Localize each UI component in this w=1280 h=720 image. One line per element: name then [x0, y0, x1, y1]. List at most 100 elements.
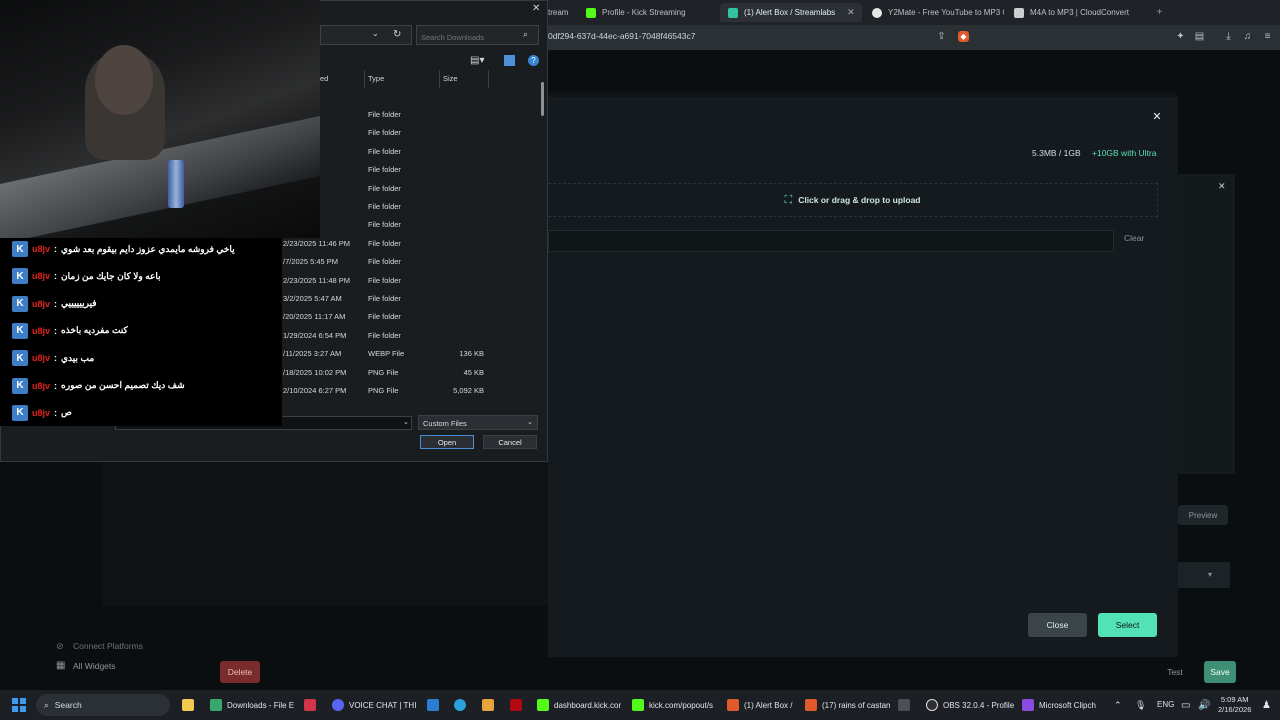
- taskbar-label: OBS 32.0.4 - Profile: [943, 700, 1014, 710]
- taskbar-item-rains[interactable]: (17) rains of castam: [805, 690, 890, 720]
- dropzone-label: Click or drag & drop to upload: [798, 195, 921, 205]
- taskbar-app-icon[interactable]: [482, 690, 494, 720]
- help-icon[interactable]: ?: [528, 55, 539, 66]
- chat-text: :: [54, 353, 58, 364]
- notification-icon[interactable]: ♟: [1262, 690, 1271, 720]
- cloudconvert-icon: [1014, 7, 1024, 18]
- dialog-search-input[interactable]: [416, 25, 539, 45]
- chat-username: u8jv: [32, 244, 51, 254]
- close-icon[interactable]: ✕: [847, 7, 855, 18]
- network-icon[interactable]: ▭: [1181, 690, 1190, 720]
- tab-cloudconvert[interactable]: M4A to MP3 | CloudConvert: [1006, 3, 1146, 22]
- taskbar-explorer-icon[interactable]: [182, 690, 194, 720]
- music-icon[interactable]: ♫: [1242, 31, 1253, 42]
- select-button[interactable]: Select: [1098, 613, 1157, 637]
- storage-upgrade-link[interactable]: +10GB with Ultra: [1092, 148, 1157, 158]
- microphone-icon[interactable]: 🎙: [1135, 690, 1146, 720]
- taskbar-label: VOICE CHAT | THI: [349, 700, 417, 710]
- taskbar-item-alert-box[interactable]: (1) Alert Box /: [727, 690, 799, 720]
- taskbar-item-downloads[interactable]: Downloads - File E: [210, 690, 296, 720]
- upload-dropzone[interactable]: ⛶ Click or drag & drop to upload: [548, 183, 1158, 217]
- taskbar-photos-icon[interactable]: [427, 690, 439, 720]
- taskbar-app-icon[interactable]: [898, 690, 910, 720]
- file-row[interactable]: 2/10/2024 6:27 PM PNG File 5,092 KB: [280, 381, 540, 399]
- file-row[interactable]: 3/2/2025 5:47 AM File folder: [280, 289, 540, 307]
- column-type[interactable]: Type: [368, 74, 384, 83]
- chevron-down-icon[interactable]: ⌄: [372, 29, 379, 38]
- file-row[interactable]: /11/2025 3:27 AM WEBP File 136 KB: [280, 344, 540, 362]
- close-icon[interactable]: ✕: [1218, 181, 1226, 192]
- taskbar-item-obs[interactable]: OBS 32.0.4 - Profile: [926, 690, 1014, 720]
- sidebar-icon[interactable]: ▤: [1194, 31, 1205, 42]
- taskbar-item-clipchamp[interactable]: Microsoft Clipch: [1022, 690, 1102, 720]
- file-row[interactable]: 2/23/2025 11:48 PM File folder: [280, 271, 540, 289]
- refresh-icon[interactable]: ↻: [393, 29, 401, 40]
- file-row[interactable]: 1/29/2024 6:54 PM File folder: [280, 326, 540, 344]
- netflix-icon: [510, 699, 522, 711]
- preview-pane-icon[interactable]: [504, 55, 515, 66]
- close-icon[interactable]: ✕: [532, 3, 540, 14]
- delete-button[interactable]: Delete: [220, 661, 260, 683]
- taskbar-search[interactable]: ⌕ Search: [36, 694, 170, 716]
- language-indicator[interactable]: ENG: [1157, 700, 1174, 709]
- discord-icon: [332, 699, 344, 711]
- tab-kick-profile[interactable]: Profile - Kick Streaming: [578, 3, 718, 22]
- test-button[interactable]: Test: [1160, 662, 1190, 682]
- open-button[interactable]: Open: [420, 435, 474, 449]
- column-date-modified[interactable]: ed: [320, 74, 328, 83]
- clipchamp-icon: [1022, 699, 1034, 711]
- tray-expand-icon[interactable]: ⌃: [1114, 690, 1122, 720]
- connect-platforms-link[interactable]: Connect Platforms: [73, 641, 143, 651]
- preview-button[interactable]: Preview: [1178, 505, 1228, 525]
- clear-button[interactable]: Clear: [1124, 233, 1144, 243]
- view-options-icon[interactable]: ▤▾: [470, 55, 484, 66]
- file-modified: /11/2025 3:27 AM: [283, 349, 342, 359]
- brave-shield-icon[interactable]: ◆: [958, 31, 969, 42]
- taskbar-item-discord[interactable]: VOICE CHAT | THI: [332, 690, 418, 720]
- column-divider: [364, 70, 365, 88]
- taskbar-angular-icon[interactable]: [304, 690, 316, 720]
- close-button[interactable]: Close: [1028, 613, 1087, 637]
- close-icon[interactable]: ✕: [1150, 110, 1164, 124]
- download-icon[interactable]: ⤓: [1223, 31, 1234, 42]
- kick-icon: K: [12, 241, 28, 257]
- tab-label: (1) Alert Box / Streamlabs: [744, 8, 836, 17]
- file-size: 5,092 KB: [453, 386, 484, 395]
- column-size[interactable]: Size: [443, 74, 458, 83]
- scrollbar[interactable]: [541, 82, 544, 116]
- taskbar-telegram-icon[interactable]: [454, 690, 466, 720]
- explorer-icon: [210, 699, 222, 711]
- windows-start-icon[interactable]: [12, 698, 26, 712]
- chat-text: كنت مفرديه باخذه: [61, 325, 128, 336]
- url-text[interactable]: 0df294-637d-44ec-a691-7048f46543c7: [548, 31, 695, 41]
- clock[interactable]: 5:09 AM 2/16/2026: [1218, 695, 1251, 715]
- app-icon: [304, 699, 316, 711]
- kick-icon: [586, 7, 596, 18]
- tab-y2mate[interactable]: Y2Mate - Free YouTube to MP3 C: [864, 3, 1004, 22]
- taskbar-label: (17) rains of castam: [822, 700, 890, 710]
- kick-icon: [537, 699, 549, 711]
- file-type: PNG File: [368, 367, 399, 377]
- tab-alert-box[interactable]: (1) Alert Box / Streamlabs ✕: [720, 3, 862, 22]
- cancel-button[interactable]: Cancel: [483, 435, 537, 449]
- file-row[interactable]: /20/2025 11:17 AM File folder: [280, 307, 540, 325]
- taskbar-netflix-icon[interactable]: [510, 690, 522, 720]
- file-search-input[interactable]: [548, 230, 1114, 252]
- share-icon[interactable]: ⇪: [936, 31, 947, 42]
- taskbar-item-kick-dashboard[interactable]: dashboard.kick.cor: [537, 690, 625, 720]
- file-type-select[interactable]: Custom Files: [418, 415, 538, 430]
- new-tab-icon[interactable]: +: [1154, 7, 1165, 18]
- extensions-icon[interactable]: ✦: [1175, 31, 1186, 42]
- photos-icon: [427, 699, 439, 711]
- file-row[interactable]: /18/2025 10:02 PM PNG File 45 KB: [280, 363, 540, 381]
- side-dropdown[interactable]: [1178, 562, 1230, 588]
- menu-icon[interactable]: ≡: [1262, 31, 1273, 42]
- volume-icon[interactable]: 🔊: [1198, 690, 1210, 720]
- chat-text: باعه ولا كان جايك من زمان: [61, 270, 161, 281]
- save-button[interactable]: Save: [1204, 661, 1236, 683]
- file-type: File folder: [368, 165, 401, 175]
- file-row[interactable]: /7/2025 5:45 PM File folder: [280, 252, 540, 270]
- chevron-down-icon[interactable]: ⌄: [403, 418, 409, 426]
- taskbar-item-kick-popout[interactable]: kick.com/popout/s: [632, 690, 718, 720]
- all-widgets-link[interactable]: All Widgets: [73, 661, 116, 671]
